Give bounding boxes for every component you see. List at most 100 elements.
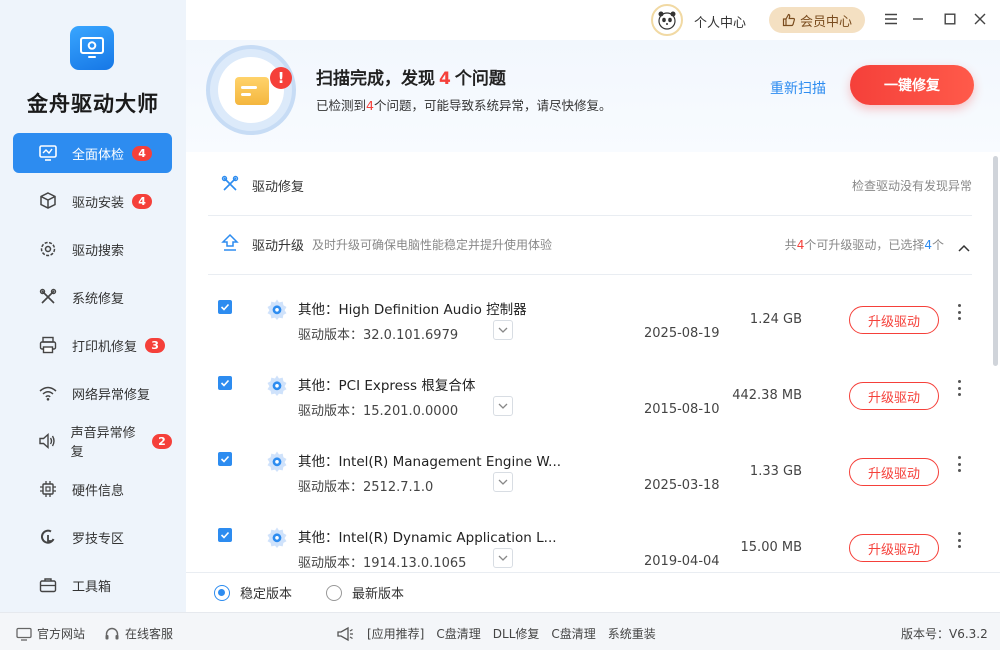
promo-link-dll-repair[interactable]: DLL修复 bbox=[493, 625, 540, 642]
upgrade-driver-button[interactable]: 升级驱动 bbox=[849, 306, 939, 334]
maximize-icon[interactable] bbox=[941, 10, 959, 28]
one-click-fix-button[interactable]: 一键修复 bbox=[850, 65, 974, 105]
driver-checkbox[interactable] bbox=[218, 376, 232, 390]
section-title: 驱动升级 bbox=[252, 239, 305, 254]
upgrade-summary: 共4个可升级驱动，已选择4个 bbox=[784, 238, 944, 252]
upgrade-icon bbox=[220, 233, 240, 257]
version-dropdown[interactable] bbox=[493, 548, 513, 568]
thumbs-up-icon bbox=[782, 13, 796, 27]
promo-link-c-clean-2[interactable]: C盘清理 bbox=[551, 625, 595, 642]
more-options-icon[interactable] bbox=[954, 302, 964, 322]
upgrade-driver-button[interactable]: 升级驱动 bbox=[849, 458, 939, 486]
more-options-icon[interactable] bbox=[954, 530, 964, 550]
sidebar-item-network-repair[interactable]: 网络异常修复 bbox=[13, 373, 172, 413]
driver-gear-icon bbox=[266, 298, 288, 324]
driver-size: 15.00 MB bbox=[740, 540, 802, 555]
stable-version-label: 稳定版本 bbox=[240, 587, 293, 602]
section-title: 驱动修复 bbox=[252, 180, 305, 195]
driver-checkbox[interactable] bbox=[218, 528, 232, 542]
tools-icon bbox=[220, 174, 240, 198]
radio-selected-icon bbox=[214, 584, 230, 601]
status-badge: 2 bbox=[152, 433, 172, 449]
scrollbar[interactable] bbox=[993, 156, 998, 366]
driver-gear-icon bbox=[266, 450, 288, 476]
driver-date: 2015-08-10 bbox=[644, 402, 720, 417]
chevron-up-icon[interactable] bbox=[958, 241, 970, 256]
promo-label: [应用推荐] bbox=[367, 627, 425, 641]
driver-date: 2019-04-04 bbox=[644, 554, 720, 569]
rescan-link[interactable]: 重新扫描 bbox=[770, 78, 826, 98]
sidebar-item-label: 罗技专区 bbox=[72, 531, 125, 547]
official-website-link[interactable]: 官方网站 bbox=[16, 625, 85, 642]
sidebar-item-hardware-info[interactable]: 硬件信息 bbox=[13, 469, 172, 509]
issue-count: 4 bbox=[439, 69, 451, 89]
vip-center-button[interactable]: 会员中心 bbox=[769, 7, 865, 33]
sidebar-item-label: 系统修复 bbox=[72, 291, 125, 307]
online-support-link[interactable]: 在线客服 bbox=[104, 625, 173, 642]
monitor-icon bbox=[37, 142, 59, 164]
monitor-icon bbox=[16, 627, 32, 641]
latest-version-label: 最新版本 bbox=[352, 587, 405, 602]
status-bar: 官方网站 在线客服 [应用推荐] C盘清理 DLL修复 C盘清理 系统重装 版本… bbox=[0, 612, 1000, 650]
driver-checkbox[interactable] bbox=[218, 452, 232, 466]
more-options-icon[interactable] bbox=[954, 454, 964, 474]
more-options-icon[interactable] bbox=[954, 378, 964, 398]
driver-size: 1.33 GB bbox=[749, 464, 802, 479]
promo-link-system-reinstall[interactable]: 系统重装 bbox=[608, 625, 656, 642]
driver-name: 其他：PCI Express 根复合体 bbox=[298, 378, 476, 394]
chip-icon bbox=[37, 478, 59, 500]
driver-date: 2025-08-19 bbox=[644, 326, 720, 341]
driver-checkbox[interactable] bbox=[218, 300, 232, 314]
section-driver-repair: 驱动修复 检查驱动没有发现异常 bbox=[208, 156, 972, 216]
promo-link-c-clean[interactable]: C盘清理 bbox=[436, 625, 480, 642]
driver-date: 2025-03-18 bbox=[644, 478, 720, 493]
minimize-icon[interactable] bbox=[909, 10, 927, 28]
megaphone-icon bbox=[337, 626, 353, 641]
driver-gear-icon bbox=[266, 526, 288, 552]
sidebar-item-printer-repair[interactable]: 打印机修复 3 bbox=[13, 325, 172, 365]
stable-version-radio[interactable]: 稳定版本 bbox=[214, 583, 292, 602]
version-dropdown[interactable] bbox=[493, 472, 513, 492]
printer-icon bbox=[37, 334, 59, 356]
upgrade-driver-button[interactable]: 升级驱动 bbox=[849, 382, 939, 410]
avatar[interactable] bbox=[651, 4, 683, 36]
driver-size: 442.38 MB bbox=[732, 388, 802, 403]
close-icon[interactable] bbox=[971, 10, 989, 28]
driver-row: 其他：Intel(R) Dynamic Application L... 驱动版… bbox=[208, 510, 972, 572]
app-title: 金舟驱动大师 bbox=[27, 92, 159, 116]
sidebar-item-sound-repair[interactable]: 声音异常修复 2 bbox=[13, 421, 172, 461]
sidebar-item-driver-install[interactable]: 驱动安装 4 bbox=[13, 181, 172, 221]
menu-icon[interactable] bbox=[882, 10, 900, 28]
section-driver-upgrade[interactable]: 驱动升级 及时升级可确保电脑性能稳定并提升使用体验 共4个可升级驱动，已选择4个 bbox=[208, 215, 972, 275]
upgrade-driver-button[interactable]: 升级驱动 bbox=[849, 534, 939, 562]
sidebar-item-full-check[interactable]: 全面体检 4 bbox=[13, 133, 172, 173]
status-badge: 4 bbox=[132, 193, 153, 209]
search-gear-icon bbox=[37, 238, 59, 260]
driver-version: 驱动版本：2512.7.1.0 bbox=[298, 480, 434, 495]
driver-row: 其他：Intel(R) Management Engine W... 驱动版本：… bbox=[208, 434, 972, 510]
sidebar-item-logitech[interactable]: 罗技专区 bbox=[13, 517, 172, 557]
version-label: 版本号：V6.3.2 bbox=[901, 627, 988, 641]
version-dropdown[interactable] bbox=[493, 320, 513, 340]
latest-version-radio[interactable]: 最新版本 bbox=[326, 583, 404, 602]
scan-result-header: ! 扫描完成，发现 4 个问题 已检测到4个问题，可能导致系统异常，请尽快修复。 重… bbox=[186, 40, 1000, 152]
section-status: 检查驱动没有发现异常 bbox=[851, 179, 972, 193]
driver-version: 驱动版本：32.0.101.6979 bbox=[298, 328, 459, 343]
driver-row: 其他：High Definition Audio 控制器 驱动版本：32.0.1… bbox=[208, 282, 972, 358]
radio-empty-icon bbox=[326, 584, 343, 601]
sidebar-item-system-repair[interactable]: 系统修复 bbox=[13, 277, 172, 317]
sidebar-item-label: 工具箱 bbox=[72, 579, 112, 595]
section-description: 及时升级可确保电脑性能稳定并提升使用体验 bbox=[312, 238, 553, 252]
issue-count-sub: 4 bbox=[366, 98, 374, 113]
user-center-link[interactable]: 个人中心 bbox=[694, 12, 746, 31]
scan-result-icon: ! bbox=[206, 45, 296, 135]
status-badge: 3 bbox=[145, 337, 166, 353]
page-title: 扫描完成，发现 4 个问题 bbox=[316, 69, 506, 89]
driver-version: 驱动版本：15.201.0.0000 bbox=[298, 404, 459, 419]
sidebar-nav: 全面体检 4 驱动安装 4 驱动搜索 系统修复 打印机修复 3 网络异常修复 声… bbox=[13, 133, 172, 613]
version-choice-bar: 稳定版本 最新版本 bbox=[186, 572, 1000, 612]
sidebar-item-toolbox[interactable]: 工具箱 bbox=[13, 565, 172, 605]
version-dropdown[interactable] bbox=[493, 396, 513, 416]
sidebar-item-driver-search[interactable]: 驱动搜索 bbox=[13, 229, 172, 269]
promo-bar: [应用推荐] C盘清理 DLL修复 C盘清理 系统重装 bbox=[336, 625, 656, 642]
